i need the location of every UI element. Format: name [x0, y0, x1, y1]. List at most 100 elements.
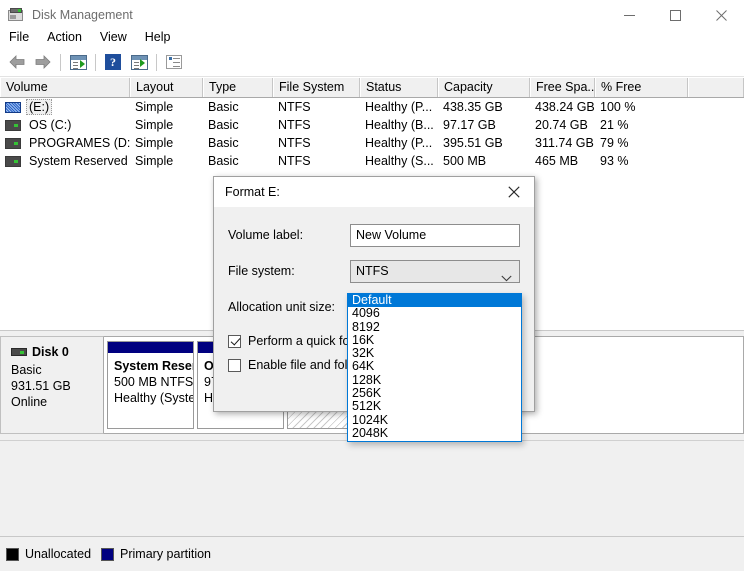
cell-capacity: 500 MB	[443, 154, 487, 168]
dropdown-option[interactable]: 16K	[348, 333, 521, 347]
table-row[interactable]: OS (C:) Simple Basic NTFS Healthy (B... 97.17…	[0, 116, 744, 134]
table-row[interactable]: System Reserved Simple Basic NTFS Healthy (S…	[0, 152, 744, 170]
compression-checkbox[interactable]	[228, 358, 241, 372]
allocation-unit-size-dropdown[interactable]: Default 4096 8192 16K 32K 64K 128K 256K 512K 1024…	[347, 293, 522, 443]
menu-view[interactable]: View	[91, 28, 136, 46]
chevron-down-icon	[501, 268, 512, 289]
file-system-select[interactable]: NTFS	[350, 259, 520, 283]
properties-icon[interactable]	[162, 50, 186, 74]
column-header[interactable]: File System	[273, 78, 360, 97]
column-header[interactable]: Type	[203, 78, 273, 97]
cell-file_system: NTFS	[278, 118, 311, 132]
dropdown-option[interactable]: 512K	[348, 400, 521, 414]
column-header[interactable]: % Free	[595, 78, 688, 97]
cell-type: Basic	[208, 118, 239, 132]
cell-free_space: 438.24 GB	[535, 100, 595, 114]
disk-management-window: Disk Management File Action View Help ? …	[0, 0, 744, 571]
volume-name: (E:)	[26, 99, 53, 115]
disk-name: Disk 0	[32, 345, 69, 359]
column-header[interactable]: Capacity	[438, 78, 530, 97]
table-row[interactable]: PROGRAMES (D:) Simple Basic NTFS Healthy (P.…	[0, 134, 744, 152]
back-icon[interactable]	[5, 50, 29, 74]
table-row[interactable]: (E:) Simple Basic NTFS Healthy (P... 438.35 G…	[0, 98, 744, 116]
volume-name: System Reserved	[29, 154, 128, 168]
volume-label-input[interactable]: New Volume	[350, 223, 520, 247]
cell-type: Basic	[208, 154, 239, 168]
cell-layout: Simple	[135, 100, 174, 114]
quick-format-checkbox[interactable]	[228, 334, 241, 348]
dropdown-option[interactable]: 8192	[348, 320, 521, 334]
dropdown-option[interactable]: Default	[348, 293, 521, 308]
legend-label-unallocated: Unallocated	[25, 547, 92, 561]
cell-capacity: 97.17 GB	[443, 118, 496, 132]
cell-status: Healthy (B...	[365, 118, 434, 132]
cell-capacity: 438.35 GB	[443, 100, 503, 114]
cell-file_system: NTFS	[278, 154, 311, 168]
toolbar-separator	[95, 53, 96, 71]
dialog-title: Format E:	[225, 185, 280, 199]
column-header[interactable]: Layout	[130, 78, 203, 97]
column-header[interactable]	[688, 78, 744, 97]
cell-volume: OS (C:)	[0, 116, 130, 134]
dropdown-option[interactable]: 4096	[348, 306, 521, 320]
forward-icon[interactable]	[31, 50, 55, 74]
legend: Unallocated Primary partition	[0, 536, 744, 571]
legend-item-unallocated: Unallocated	[6, 547, 91, 561]
disk-status: Online	[11, 395, 48, 409]
allocation-unit-size-caption: Allocation unit size:	[228, 300, 336, 314]
menu-bar: File Action View Help	[0, 26, 744, 48]
volume-name: OS (C:)	[29, 118, 72, 132]
volume-list-header: Volume Layout Type File System Status Capacit…	[0, 78, 744, 98]
menu-help[interactable]: Help	[136, 28, 180, 46]
unallocated-swatch	[6, 547, 19, 561]
cell-type: Basic	[208, 100, 239, 114]
dropdown-option[interactable]: 2048K	[348, 426, 521, 440]
cell-type: Basic	[208, 136, 239, 150]
file-system-row: File system: NTFS	[228, 259, 520, 283]
cell-status: Healthy (P...	[365, 100, 433, 114]
dropdown-option[interactable]: 32K	[348, 346, 521, 360]
dropdown-option[interactable]: 256K	[348, 386, 521, 400]
volume-label-row: Volume label: New Volume	[228, 223, 520, 247]
cell-volume: (E:)	[0, 98, 130, 116]
partition-details: System Reser 500 MB NTFS Healthy (Syste	[108, 353, 193, 428]
column-header[interactable]: Free Spa...	[530, 78, 595, 97]
cell-file_system: NTFS	[278, 136, 311, 150]
help-icon[interactable]: ?	[101, 50, 125, 74]
volume-icon	[5, 155, 21, 167]
dropdown-option[interactable]: 64K	[348, 360, 521, 374]
cell-layout: Simple	[135, 136, 174, 150]
column-header[interactable]: Volume	[0, 78, 130, 97]
volume-name: PROGRAMES (D:)	[29, 136, 130, 150]
disk-info[interactable]: Disk 0 Basic 931.51 GB Online	[0, 336, 104, 434]
column-header[interactable]: Status	[360, 78, 438, 97]
toolbar: ?	[0, 48, 744, 77]
disk-type: Basic	[11, 363, 42, 377]
dropdown-option[interactable]: 1024K	[348, 413, 521, 427]
cell-percent_free: 100 %	[600, 100, 636, 114]
primary-partition-swatch	[101, 547, 115, 561]
cell-percent_free: 79 %	[600, 136, 629, 150]
dialog-title-bar: Format E:	[214, 177, 534, 207]
cell-volume: System Reserved	[0, 152, 130, 170]
partition-block[interactable]: System Reser 500 MB NTFS Healthy (Syste	[107, 341, 194, 429]
cell-layout: Simple	[135, 154, 174, 168]
disk-icon	[11, 348, 27, 356]
disk-size: 931.51 GB	[11, 379, 71, 393]
cell-percent_free: 93 %	[600, 154, 629, 168]
volume-label-caption: Volume label:	[228, 228, 304, 242]
partition-color-bar	[108, 342, 193, 353]
file-system-value: NTFS	[356, 263, 389, 278]
partition-size: 500 MB NTFS	[114, 375, 193, 389]
menu-file[interactable]: File	[0, 28, 38, 46]
rescan-disks-icon[interactable]	[127, 50, 151, 74]
show-hide-console-tree-icon[interactable]	[66, 50, 90, 74]
dropdown-option[interactable]: 128K	[348, 373, 521, 387]
window-title: Disk Management	[32, 8, 133, 22]
cell-free_space: 20.74 GB	[535, 118, 588, 132]
cell-percent_free: 21 %	[600, 118, 629, 132]
dialog-close-icon[interactable]	[494, 178, 534, 207]
partition-title: System Reser	[114, 359, 193, 373]
cell-layout: Simple	[135, 118, 174, 132]
menu-action[interactable]: Action	[38, 28, 91, 46]
